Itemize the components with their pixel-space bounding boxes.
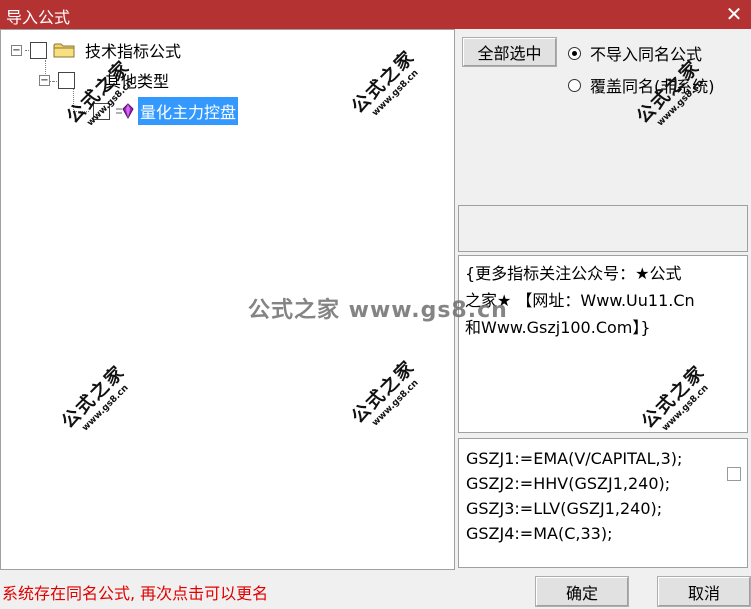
formula-description: {更多指标关注公众号：★公式 之家★ 【网址：Www.Uu11.Cn 和Www.… bbox=[458, 255, 748, 433]
radio-overwrite-label: 覆盖同名(非系统) bbox=[590, 77, 715, 96]
description-line: {更多指标关注公众号：★公式 bbox=[465, 264, 682, 283]
radio-no-import-label: 不导入同名公式 bbox=[590, 45, 703, 64]
description-line: 之家★ 【网址：Www.Uu11.Cn bbox=[465, 291, 695, 310]
radio-overwrite[interactable]: 覆盖同名(非系统) bbox=[568, 73, 715, 97]
code-line: GSZJ1:=EMA(V/CAPITAL,3); bbox=[466, 449, 683, 468]
status-message: 系统存在同名公式, 再次点击可以更名 bbox=[2, 584, 269, 603]
tree-label-root: 技术指标公式 bbox=[85, 42, 182, 61]
title-bar: 导入公式 ✕ bbox=[0, 0, 751, 29]
tree-node-item[interactable]: 量化主力控盘 bbox=[93, 97, 239, 125]
tree-label-item: 量化主力控盘 bbox=[138, 97, 239, 125]
tree-node-group[interactable]: − 其他类型 bbox=[39, 68, 169, 92]
description-line: 和Www.Gszj100.Com】} bbox=[465, 318, 651, 337]
code-line: GSZJ4:=MA(C,33); bbox=[466, 524, 613, 543]
ok-label: 确定 bbox=[565, 583, 598, 603]
radio-button-checked[interactable] bbox=[568, 46, 581, 60]
window-title: 导入公式 bbox=[6, 8, 71, 27]
code-line: GSZJ2:=HHV(GSZJ1,240); bbox=[466, 474, 671, 493]
code-checkbox[interactable] bbox=[727, 467, 741, 481]
cancel-button[interactable]: 取消 bbox=[657, 576, 751, 607]
ok-button[interactable]: 确定 bbox=[535, 576, 629, 607]
close-icon[interactable]: ✕ bbox=[717, 0, 751, 29]
select-all-label: 全部选中 bbox=[477, 44, 542, 63]
tree-checkbox-item[interactable] bbox=[93, 102, 110, 120]
formula-tree[interactable]: − 技术指标公式 − 其他类型 量化主力控盘 bbox=[0, 29, 455, 570]
select-all-button[interactable]: 全部选中 bbox=[462, 37, 557, 67]
formula-gem-icon bbox=[116, 103, 134, 119]
cancel-label: 取消 bbox=[687, 583, 720, 603]
info-field bbox=[458, 205, 748, 252]
tree-checkbox-root[interactable] bbox=[30, 41, 47, 59]
tree-node-root[interactable]: − 技术指标公式 bbox=[11, 38, 181, 62]
code-line: GSZJ3:=LLV(GSZJ1,240); bbox=[466, 499, 663, 518]
radio-button-unchecked[interactable] bbox=[568, 78, 581, 92]
radio-no-import[interactable]: 不导入同名公式 bbox=[568, 41, 702, 65]
tree-connector bbox=[73, 111, 89, 112]
folder-icon bbox=[53, 43, 75, 58]
collapse-toggle[interactable]: − bbox=[39, 74, 50, 86]
tree-checkbox-group[interactable] bbox=[58, 71, 75, 89]
tree-label-group: 其他类型 bbox=[105, 72, 170, 91]
collapse-toggle[interactable]: − bbox=[11, 44, 22, 56]
formula-code[interactable]: GSZJ1:=EMA(V/CAPITAL,3); GSZJ2:=HHV(GSZJ… bbox=[458, 438, 748, 568]
